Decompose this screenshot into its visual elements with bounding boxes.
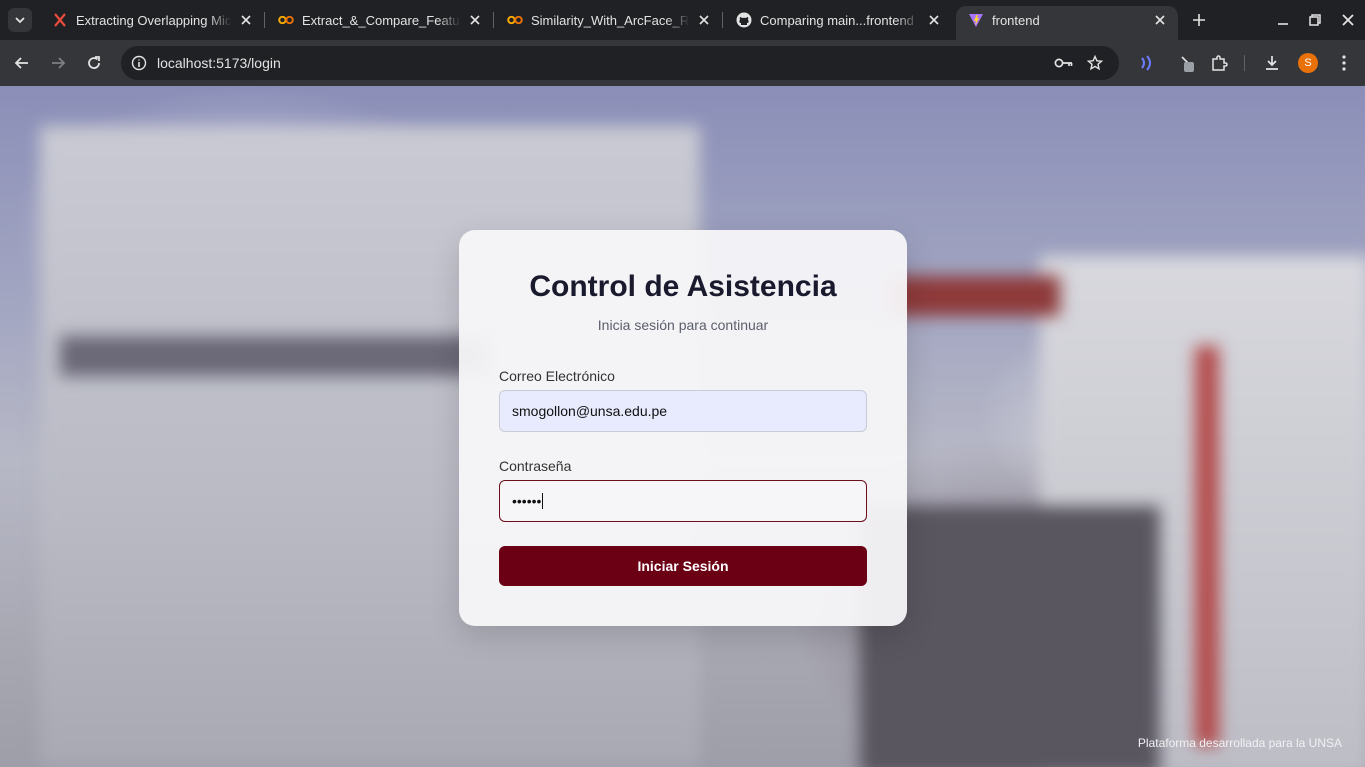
menu-button[interactable]	[1332, 51, 1356, 75]
vite-icon	[968, 12, 984, 28]
tab-frontend[interactable]: frontend	[956, 6, 1178, 40]
arrow-left-icon	[14, 57, 28, 69]
tab-similarity[interactable]: Similarity_With_ArcFace_Res	[495, 6, 723, 34]
bookmark-star-icon[interactable]	[1085, 53, 1105, 73]
tab-title: Extract_&_Compare_Feature	[302, 12, 461, 28]
email-value: smogollon@unsa.edu.pe	[512, 403, 668, 419]
extensions-button[interactable]	[1207, 51, 1231, 75]
email-field[interactable]: smogollon@unsa.edu.pe	[499, 390, 867, 432]
tab-extract-compare[interactable]: Extract_&_Compare_Feature	[266, 6, 494, 34]
new-tab-button[interactable]	[1188, 9, 1210, 31]
login-title: Control de Asistencia	[529, 270, 837, 303]
close-icon[interactable]	[926, 12, 942, 28]
minimize-icon	[1278, 23, 1288, 25]
downloads-button[interactable]	[1260, 51, 1284, 75]
github-icon	[736, 12, 752, 28]
tab-separator	[493, 12, 494, 28]
chevron-down-icon	[15, 17, 25, 24]
extension-badge-icon	[1181, 56, 1194, 72]
background-band	[60, 336, 490, 376]
address-bar[interactable]: localhost:5173/login	[121, 46, 1119, 80]
email-label: Correo Electrónico	[499, 368, 615, 384]
tab-strip: Extracting Overlapping Micr Extract_&_Co…	[0, 0, 1365, 40]
password-value: ••••••	[512, 493, 542, 509]
tab-comparing[interactable]: Comparing main...frontend	[724, 6, 952, 34]
close-icon[interactable]	[238, 12, 254, 28]
puzzle-icon	[1212, 55, 1228, 71]
restore-icon	[1309, 14, 1321, 26]
login-card: Control de Asistencia Inicia sesión para…	[459, 230, 907, 626]
colab-icon	[507, 12, 523, 28]
password-label: Contraseña	[499, 458, 572, 474]
password-key-icon[interactable]	[1053, 53, 1075, 73]
toolbar-divider	[1244, 55, 1245, 71]
reload-icon	[88, 56, 100, 69]
tab-title: Similarity_With_ArcFace_Res	[531, 12, 690, 28]
text-caret	[542, 493, 544, 509]
arrow-right-icon	[52, 57, 66, 69]
back-button[interactable]	[10, 51, 34, 75]
minimize-button[interactable]	[1273, 10, 1293, 30]
extension-pin-button[interactable]	[1176, 51, 1200, 75]
background-accent	[1195, 346, 1219, 746]
close-icon	[1342, 14, 1354, 26]
close-icon[interactable]	[1152, 12, 1168, 28]
colab-icon	[278, 12, 294, 28]
close-window-button[interactable]	[1338, 10, 1358, 30]
kebab-menu-icon	[1342, 55, 1346, 71]
background-accent	[890, 276, 1060, 316]
x-logo-icon	[52, 12, 68, 28]
restore-button[interactable]	[1305, 10, 1325, 30]
close-icon[interactable]	[467, 12, 483, 28]
footer-text: Plataforma desarrollada para la UNSA	[1137, 736, 1342, 750]
plus-icon	[1193, 14, 1205, 26]
close-icon[interactable]	[696, 12, 712, 28]
media-extension-button[interactable]	[1134, 51, 1158, 75]
signal-icon	[1141, 55, 1151, 71]
login-button[interactable]: Iniciar Sesión	[499, 546, 867, 586]
tab-search-button[interactable]	[8, 8, 32, 32]
url-text: localhost:5173/login	[157, 55, 281, 71]
forward-button[interactable]	[46, 51, 70, 75]
login-page: Control de Asistencia Inicia sesión para…	[0, 86, 1365, 767]
tab-separator	[264, 12, 265, 28]
profile-avatar[interactable]: S	[1298, 53, 1318, 73]
tab-title: frontend	[992, 12, 1040, 28]
tab-extracting[interactable]: Extracting Overlapping Micr	[40, 6, 265, 34]
password-field[interactable]: ••••••	[499, 480, 867, 522]
site-info-icon[interactable]	[129, 53, 149, 73]
login-subtitle: Inicia sesión para continuar	[597, 317, 769, 333]
tab-separator	[722, 12, 723, 28]
tab-title: Extracting Overlapping Micr	[76, 12, 232, 28]
reload-button[interactable]	[82, 51, 106, 75]
download-icon	[1266, 56, 1278, 70]
browser-toolbar: localhost:5173/login S	[0, 40, 1365, 86]
tab-title: Comparing main...frontend	[760, 12, 914, 28]
